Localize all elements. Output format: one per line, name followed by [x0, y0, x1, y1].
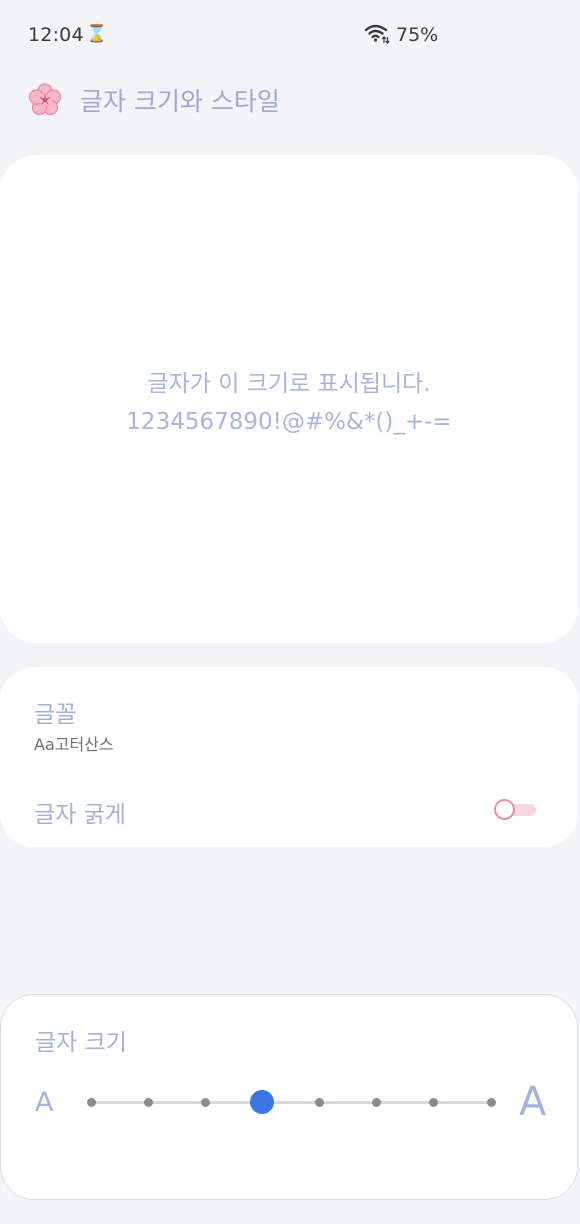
slider-step-dot[interactable] — [372, 1098, 382, 1107]
font-size-label: 글자 크기 — [35, 1030, 127, 1056]
slider-step-dot[interactable] — [486, 1098, 496, 1107]
status-bar: 12:04 ⌛ 75% — [0, 0, 580, 70]
font-preview-card: 글자가 이 크기로 표시됩니다. 1234567890!@#%&*()_+-= — [0, 155, 578, 643]
slider-step-dot[interactable] — [429, 1098, 439, 1107]
hourglass-icon: ⌛ — [86, 24, 108, 44]
font-settings-card: 글꼴 Aa고터산스 글자 굵게 — [0, 667, 578, 847]
font-value: Aa고터산스 — [34, 735, 114, 754]
slider-thumb[interactable] — [250, 1090, 275, 1114]
flower-icon — [28, 83, 62, 116]
slider-step-dot[interactable] — [315, 1098, 325, 1107]
preview-text: 글자가 이 크기로 표시됩니다. 1234567890!@#%&*()_+-= — [0, 365, 578, 441]
wifi-icon — [364, 24, 390, 44]
status-time: 12:04 — [28, 24, 84, 46]
app-header: 글자 크기와 스타일 — [28, 80, 280, 120]
slider-step-dot[interactable] — [86, 1098, 96, 1107]
page-title: 글자 크기와 스타일 — [80, 87, 280, 116]
bold-text-toggle[interactable] — [494, 799, 536, 820]
toggle-thumb — [494, 799, 515, 820]
large-text-icon: A — [519, 1079, 547, 1125]
slider-step-dot[interactable] — [143, 1098, 153, 1107]
bold-text-label: 글자 굵게 — [34, 802, 126, 828]
font-size-slider[interactable] — [86, 1090, 496, 1114]
small-text-icon: A — [35, 1087, 54, 1118]
font-size-card: 글자 크기 A A — [0, 994, 578, 1200]
preview-characters: 1234567890!@#%&*()_+-= — [126, 409, 452, 435]
slider-step-dot[interactable] — [200, 1098, 210, 1107]
battery-level: 75% — [396, 24, 439, 46]
preview-sentence: 글자가 이 크기로 표시됩니다. — [147, 371, 431, 397]
font-label: 글꼴 — [34, 702, 77, 728]
